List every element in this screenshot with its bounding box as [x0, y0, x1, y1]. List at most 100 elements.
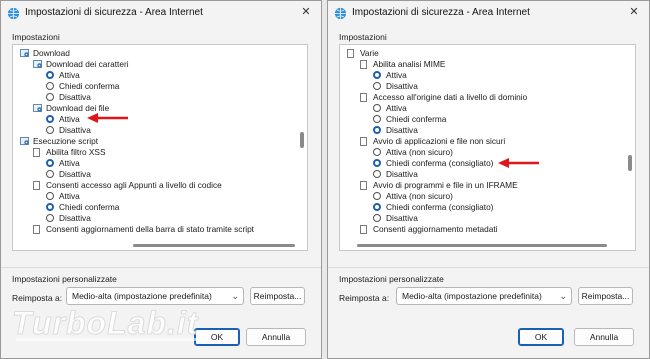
reset-button[interactable]: Reimposta...	[250, 287, 305, 305]
document-icon	[360, 181, 367, 190]
horizontal-scroll-thumb[interactable]	[133, 244, 295, 247]
option-label: Chiedi conferma (consigliato)	[386, 202, 494, 212]
option-label: Disattiva	[386, 125, 418, 135]
tree-setting: Abilita filtro XSS	[13, 147, 293, 158]
radio-unchecked[interactable]	[46, 82, 54, 90]
radio-option[interactable]: Chiedi conferma	[13, 81, 293, 92]
option-label: Disattiva	[386, 169, 418, 179]
radio-option[interactable]: Attiva	[13, 191, 293, 202]
vertical-scroll-thumb[interactable]	[628, 155, 632, 171]
radio-option[interactable]: Chiedi conferma (consigliato)	[340, 158, 621, 169]
radio-unchecked[interactable]	[373, 115, 381, 123]
radio-option[interactable]: Attiva	[13, 114, 293, 125]
horizontal-scroll-thumb[interactable]	[357, 244, 607, 247]
vertical-scroll-thumb[interactable]	[300, 132, 304, 148]
radio-option[interactable]: Disattiva	[13, 125, 293, 136]
chevron-down-icon: ⌄	[559, 291, 567, 301]
option-label: Download dei caratteri	[46, 59, 129, 69]
reset-to-label: Reimposta a:	[339, 293, 390, 303]
option-label: Varie	[360, 48, 379, 58]
radio-option[interactable]: Disattiva	[13, 169, 293, 180]
svg-text:TurboLab.it: TurboLab.it	[12, 305, 199, 341]
option-label: Attiva	[59, 114, 80, 124]
radio-checked[interactable]	[373, 126, 381, 134]
settings-tree: Download Download dei caratteri Attiva Chie…	[13, 48, 293, 235]
radio-option[interactable]: Attiva	[340, 70, 621, 81]
option-label: Avvio di applicazioni e file non sicuri	[373, 136, 506, 146]
document-icon	[347, 49, 354, 58]
annotation-arrow	[498, 158, 539, 168]
document-icon	[360, 137, 367, 146]
radio-unchecked[interactable]	[373, 148, 381, 156]
option-label: Chiedi conferma	[59, 81, 120, 91]
close-button[interactable]: ✕	[293, 1, 319, 23]
radio-checked[interactable]	[46, 203, 54, 211]
option-label: Attiva (non sicuro)	[386, 147, 453, 157]
vertical-scrollbar[interactable]	[295, 45, 307, 240]
radio-option[interactable]: Chiedi conferma	[340, 114, 621, 125]
tree-setting: Varie	[340, 48, 621, 59]
reset-button[interactable]: Reimposta...	[578, 287, 633, 305]
custom-settings-label: Impostazioni personalizzate	[339, 274, 444, 284]
radio-option[interactable]: Attiva	[340, 103, 621, 114]
radio-option[interactable]: Attiva	[13, 158, 293, 169]
option-label: Consenti aggiornamenti della barra di st…	[46, 224, 254, 234]
radio-option[interactable]: Chiedi conferma (consigliato)	[340, 202, 621, 213]
radio-option[interactable]: Attiva (non sicuro)	[340, 147, 621, 158]
globe-shield-icon	[7, 7, 20, 20]
radio-unchecked[interactable]	[46, 192, 54, 200]
option-label: Attiva	[386, 70, 407, 80]
radio-option[interactable]: Disattiva	[13, 92, 293, 103]
radio-option[interactable]: Disattiva	[340, 213, 621, 224]
tree-setting: Abilita analisi MIME	[340, 59, 621, 70]
radio-checked[interactable]	[373, 71, 381, 79]
radio-checked[interactable]	[373, 203, 381, 211]
document-icon	[33, 225, 40, 234]
document-icon	[33, 181, 40, 190]
radio-option[interactable]: Attiva (non sicuro)	[340, 191, 621, 202]
reset-level-select[interactable]: Medio-alta (impostazione predefinita) ⌄	[396, 287, 572, 305]
radio-checked[interactable]	[46, 115, 54, 123]
radio-unchecked[interactable]	[46, 126, 54, 134]
settings-group-label: Impostazioni	[339, 32, 387, 42]
radio-option[interactable]: Disattiva	[340, 125, 621, 136]
document-icon	[360, 60, 367, 69]
tree-setting: Accesso all'origine dati a livello di do…	[340, 92, 621, 103]
settings-listbox[interactable]: Download Download dei caratteri Attiva Chie…	[12, 44, 308, 251]
horizontal-scrollbar[interactable]	[13, 240, 307, 250]
radio-checked[interactable]	[46, 159, 54, 167]
radio-unchecked[interactable]	[373, 192, 381, 200]
settings-listbox[interactable]: Varie Abilita analisi MIME Attiva Disattiva…	[339, 44, 636, 251]
radio-option[interactable]: Disattiva	[340, 169, 621, 180]
radio-checked[interactable]	[46, 71, 54, 79]
tree-setting: Consenti accesso agli Appunti a livello …	[13, 180, 293, 191]
tree-category: Download dei caratteri	[13, 59, 293, 70]
radio-unchecked[interactable]	[373, 104, 381, 112]
radio-option[interactable]: Chiedi conferma	[13, 202, 293, 213]
radio-option[interactable]: Attiva	[13, 70, 293, 81]
vertical-scrollbar[interactable]	[623, 45, 635, 240]
settings-tree: Varie Abilita analisi MIME Attiva Disattiva…	[340, 48, 621, 235]
option-label: Download	[33, 48, 70, 58]
horizontal-scrollbar[interactable]	[340, 240, 635, 250]
radio-unchecked[interactable]	[373, 170, 381, 178]
divider	[1, 267, 321, 268]
divider	[328, 267, 649, 268]
cancel-button[interactable]: Annulla	[574, 328, 634, 346]
cancel-button[interactable]: Annulla	[246, 328, 306, 346]
radio-unchecked[interactable]	[373, 82, 381, 90]
radio-unchecked[interactable]	[46, 214, 54, 222]
tree-setting: Avvio di applicazioni e file non sicuri	[340, 136, 621, 147]
settings-group-label: Impostazioni	[12, 32, 60, 42]
option-label: Consenti accesso agli Appunti a livello …	[46, 180, 222, 190]
turbolab-logo-watermark: TurboLab.it	[12, 305, 206, 342]
close-button[interactable]: ✕	[621, 1, 647, 23]
radio-unchecked[interactable]	[46, 93, 54, 101]
radio-option[interactable]: Disattiva	[340, 81, 621, 92]
radio-checked[interactable]	[373, 159, 381, 167]
radio-option[interactable]: Disattiva	[13, 213, 293, 224]
ok-button[interactable]: OK	[518, 328, 564, 346]
radio-unchecked[interactable]	[373, 214, 381, 222]
settings-gear-icon	[20, 136, 30, 146]
radio-unchecked[interactable]	[46, 170, 54, 178]
